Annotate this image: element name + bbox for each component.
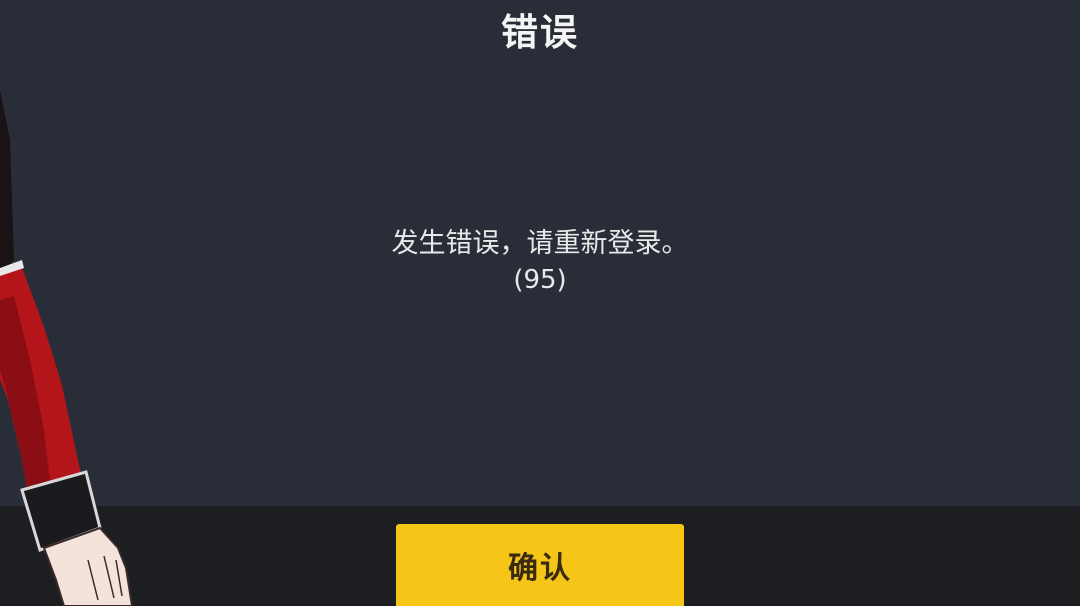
- character-arm-illustration: [0, 90, 134, 606]
- confirm-button[interactable]: 确认: [396, 524, 684, 606]
- error-code: (95): [513, 265, 567, 295]
- dialog-title: 错误: [501, 11, 579, 54]
- game-screen: 错误 发生错误，请重新登录。 (95) 确认: [0, 0, 1080, 606]
- error-message: 发生错误，请重新登录。: [391, 228, 689, 259]
- confirm-button-label: 确认: [508, 551, 572, 586]
